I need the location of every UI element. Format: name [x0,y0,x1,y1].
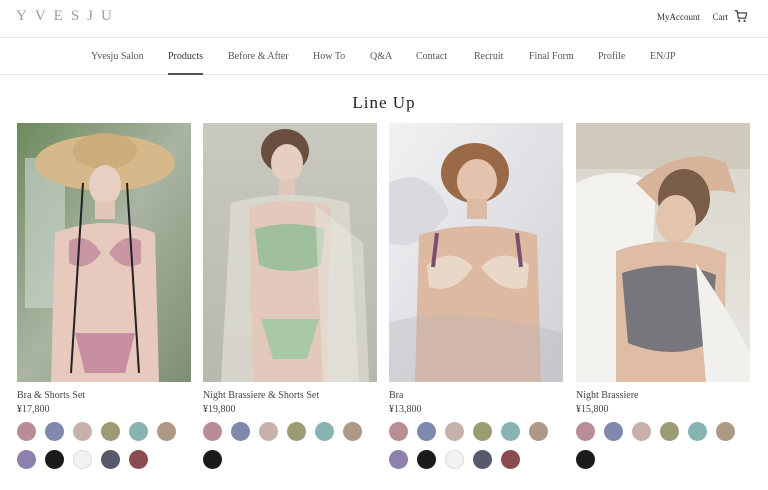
color-swatch[interactable] [529,422,548,441]
color-swatch[interactable] [73,450,92,469]
product-name[interactable]: Night Brassiere [576,390,639,401]
color-swatch[interactable] [231,422,250,441]
color-swatch[interactable] [45,422,64,441]
color-swatch[interactable] [203,450,222,469]
color-swatch[interactable] [576,450,595,469]
product-name[interactable]: Night Brassiere & Shorts Set [203,390,319,401]
product-image[interactable] [576,123,750,382]
color-swatch[interactable] [688,422,707,441]
color-swatch[interactable] [445,422,464,441]
color-swatch[interactable] [576,422,595,441]
product-price: ¥19,800 [203,404,236,415]
cart-icon[interactable] [734,9,748,23]
nav-item-language[interactable]: EN/JP [650,51,676,62]
color-swatch[interactable] [129,422,148,441]
active-nav-indicator [168,73,203,75]
color-swatch[interactable] [45,450,64,469]
product-image[interactable] [203,123,377,382]
product-image[interactable] [389,123,563,382]
color-swatch[interactable] [660,422,679,441]
color-swatch[interactable] [101,450,120,469]
color-swatch[interactable] [501,450,520,469]
color-swatch[interactable] [203,422,222,441]
page-title: Line Up [352,93,416,112]
color-swatch[interactable] [417,450,436,469]
my-account-link[interactable]: MyAccount [657,12,700,22]
color-swatch[interactable] [129,450,148,469]
color-swatch[interactable] [389,422,408,441]
nav-item-products[interactable]: Products [168,51,203,62]
color-swatch[interactable] [157,422,176,441]
nav-item-yvesju-salon[interactable]: Yvesju Salon [91,51,144,62]
color-swatch[interactable] [287,422,306,441]
product-name[interactable]: Bra [389,390,403,401]
nav-item-final-form[interactable]: Final Form [529,51,574,62]
color-swatch[interactable] [604,422,623,441]
product-price: ¥13,800 [389,404,422,415]
product-price: ¥15,800 [576,404,609,415]
color-swatch[interactable] [17,450,36,469]
product-name[interactable]: Bra & Shorts Set [17,390,85,401]
brand-logo[interactable]: YVESJU [16,8,120,25]
main-nav: Yvesju Salon Products Before & After How… [0,38,768,75]
color-swatch[interactable] [445,450,464,469]
color-swatch[interactable] [343,422,362,441]
color-swatch[interactable] [101,422,120,441]
color-swatch[interactable] [501,422,520,441]
color-swatch[interactable] [417,422,436,441]
product-price: ¥17,800 [17,404,50,415]
color-swatch[interactable] [473,422,492,441]
color-swatch[interactable] [389,450,408,469]
product-image[interactable] [17,123,191,382]
color-swatch[interactable] [73,422,92,441]
nav-item-qa[interactable]: Q&A [370,51,392,62]
nav-item-how-to[interactable]: How To [313,51,345,62]
cart-link[interactable]: Cart [713,12,729,22]
color-swatch[interactable] [315,422,334,441]
color-swatch[interactable] [259,422,278,441]
nav-item-recruit[interactable]: Recruit [474,51,503,62]
color-swatch[interactable] [17,422,36,441]
nav-item-contact[interactable]: Contact [416,51,447,62]
color-swatch[interactable] [473,450,492,469]
color-swatch[interactable] [632,422,651,441]
site-header: YVESJU MyAccount Cart [0,0,768,38]
nav-item-profile[interactable]: Profile [598,51,625,62]
color-swatch[interactable] [716,422,735,441]
nav-item-before-after[interactable]: Before & After [228,51,289,62]
